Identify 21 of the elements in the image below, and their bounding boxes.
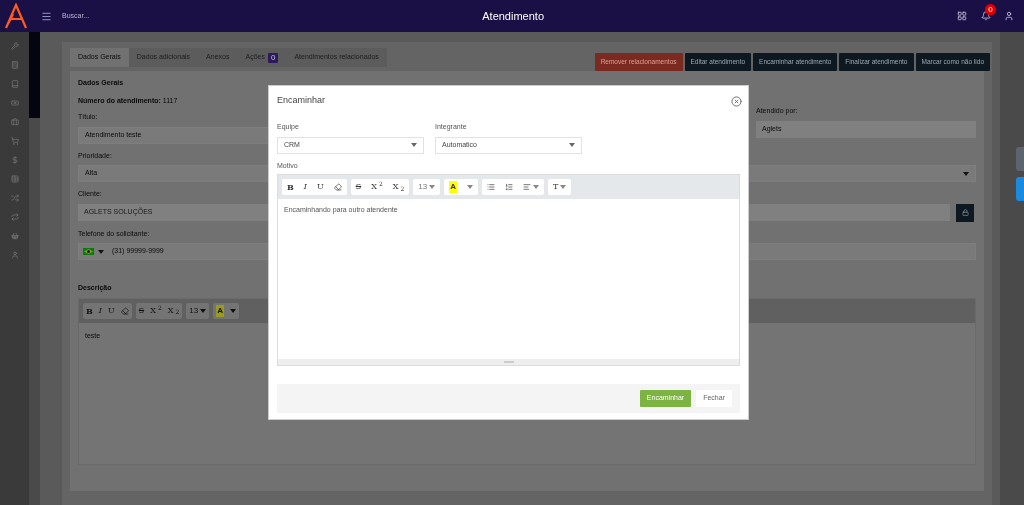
strikethrough-button[interactable]: S	[350, 179, 367, 195]
script-button[interactable]: X$^{2}$	[147, 302, 165, 319]
underline-button[interactable]: U	[104, 302, 118, 319]
highlight-swatch: A	[449, 181, 457, 193]
highlight-button[interactable]: A	[444, 179, 462, 195]
script-button[interactable]: X$^{2}$	[366, 179, 388, 195]
font-size-button[interactable]: 13	[413, 179, 441, 195]
bold-button[interactable]: B	[282, 179, 299, 195]
script-button[interactable]: X$_{2}$	[164, 302, 183, 319]
font-size-button[interactable]: 13	[186, 302, 210, 319]
tab-badge: 0	[267, 52, 279, 63]
italic-button[interactable]: I	[298, 179, 312, 195]
bold-button[interactable]: B	[83, 302, 96, 319]
dialog-title: Encaminhar	[277, 94, 326, 108]
page-title: Atendimento	[482, 8, 544, 24]
notification-badge: 0	[985, 4, 996, 15]
script-button[interactable]: X$_{2}$	[387, 179, 410, 195]
underline-button[interactable]: U	[311, 179, 329, 195]
line-height-button[interactable]: T	[547, 179, 572, 195]
strikethrough-button[interactable]: S	[135, 302, 148, 319]
italic-button[interactable]: I	[95, 302, 105, 319]
